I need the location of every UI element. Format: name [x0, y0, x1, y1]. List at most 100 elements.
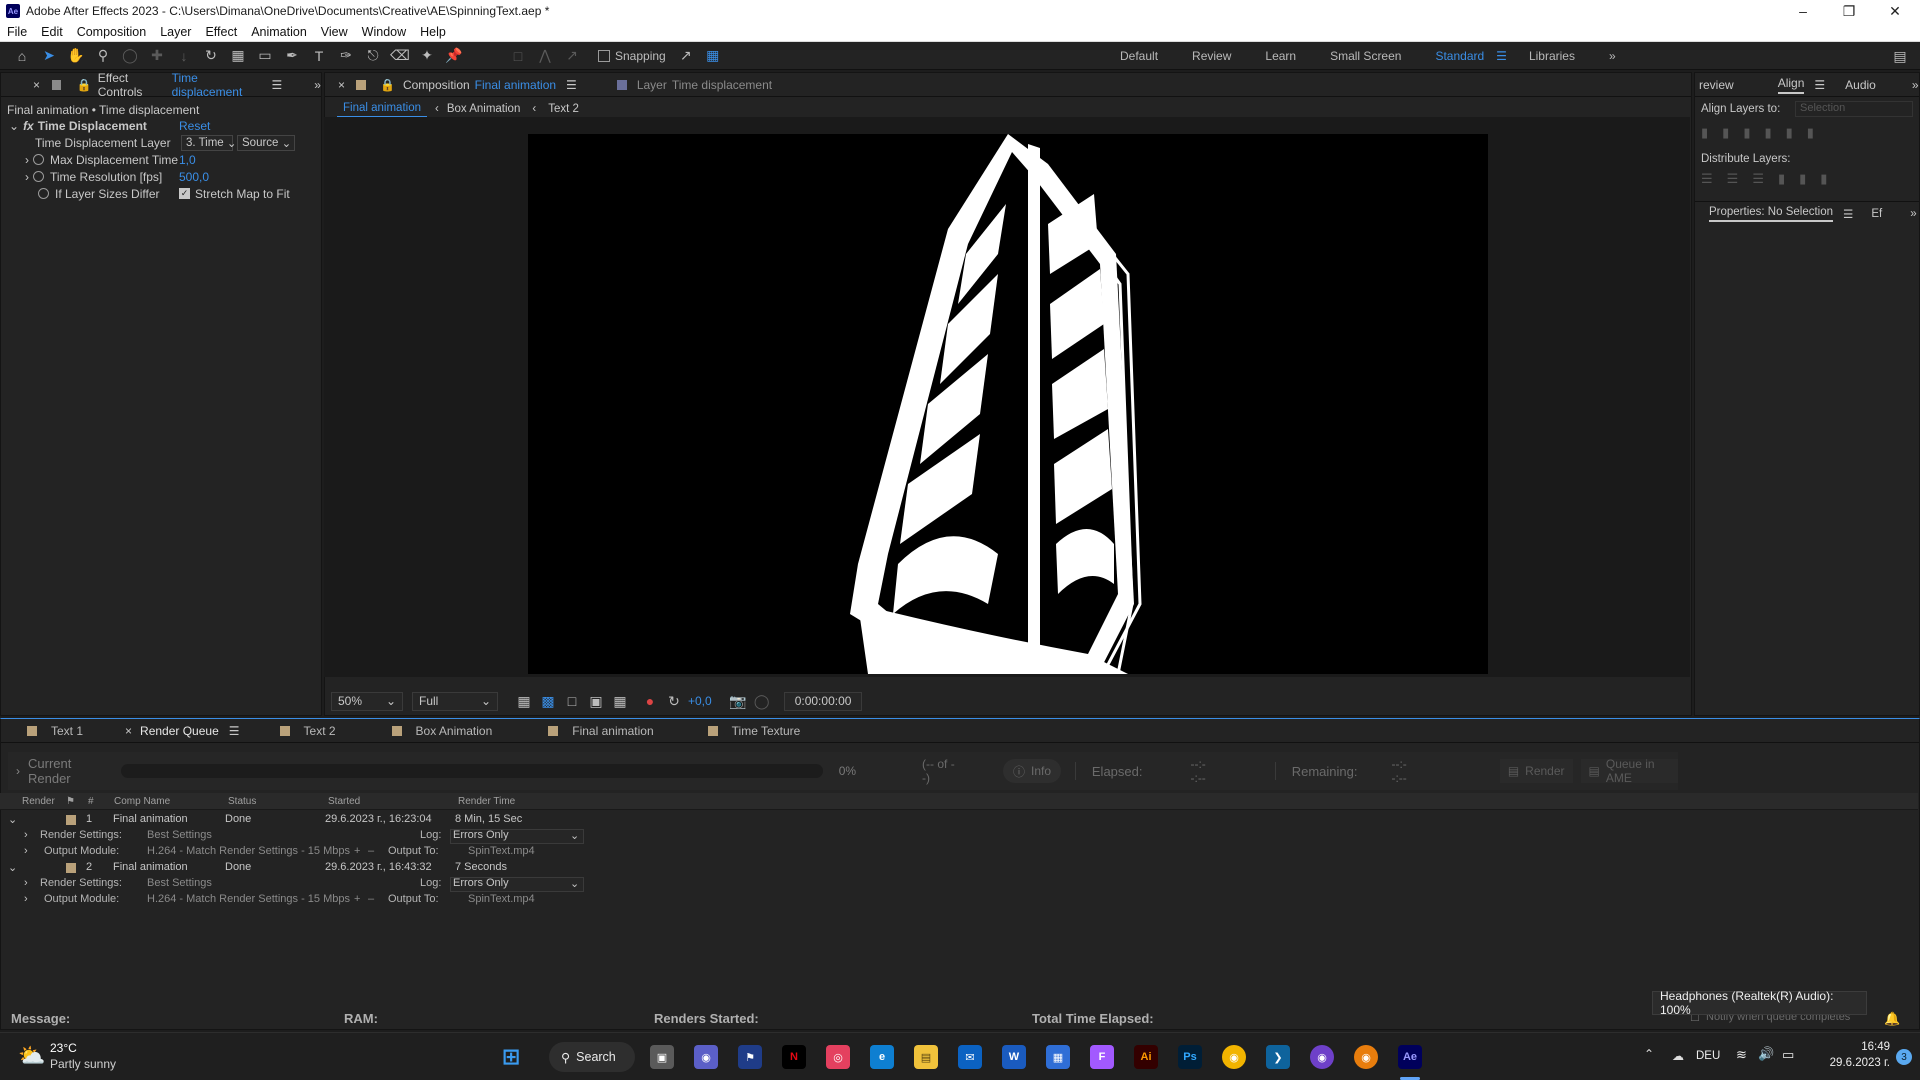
rotation-tool-icon[interactable]: ↻: [199, 45, 223, 67]
panel-menu-icon[interactable]: ☰: [1843, 207, 1853, 221]
weather-temp[interactable]: 23°C: [50, 1041, 77, 1055]
align-hcenter-icon[interactable]: ▮: [1722, 125, 1729, 141]
col-status[interactable]: Status: [228, 796, 256, 807]
render-settings-value[interactable]: Best Settings: [147, 877, 212, 889]
selection-tool-icon[interactable]: ➤: [37, 45, 61, 67]
tab-preview[interactable]: review: [1699, 78, 1734, 92]
pan-behind-tool-icon[interactable]: ▦: [226, 45, 250, 67]
menu-window[interactable]: Window: [355, 25, 413, 39]
snap-grid-icon[interactable]: ▦: [701, 45, 725, 67]
remove-output-icon[interactable]: –: [368, 845, 374, 857]
collapse-icon[interactable]: ⌄: [8, 813, 17, 826]
workspace-menu-icon[interactable]: ☰: [1496, 49, 1507, 63]
expand-icon[interactable]: ›: [24, 893, 28, 905]
effect-controls-tab-label[interactable]: Effect Controls: [98, 71, 167, 99]
stopwatch-icon[interactable]: [38, 188, 49, 199]
illustrator-icon[interactable]: Ai: [1134, 1045, 1158, 1069]
expand-panel-icon[interactable]: »: [314, 78, 321, 92]
panel-menu-icon[interactable]: ☰: [566, 78, 577, 92]
output-module-value[interactable]: H.264 - Match Render Settings - 15 Mbps: [147, 845, 350, 857]
flag-app-icon[interactable]: ⚑: [738, 1045, 762, 1069]
col-render-time[interactable]: Render Time: [458, 796, 515, 807]
expand-icon[interactable]: ›: [16, 764, 20, 778]
render-item-comp[interactable]: Final animation: [113, 861, 188, 873]
menu-effect[interactable]: Effect: [198, 25, 244, 39]
zoom-tool-icon[interactable]: ⚲: [91, 45, 115, 67]
distribute-hcenter-icon[interactable]: ▮: [1799, 171, 1806, 187]
chrome-icon[interactable]: ◉: [1222, 1045, 1246, 1069]
pen-tool-icon[interactable]: ✒: [280, 45, 304, 67]
distribute-bottom-icon[interactable]: ☰: [1752, 171, 1764, 187]
expand-icon[interactable]: ›: [25, 153, 29, 167]
dolly-camera-icon[interactable]: ↓: [172, 45, 196, 67]
add-output-icon[interactable]: +: [354, 845, 360, 857]
output-module-value[interactable]: H.264 - Match Render Settings - 15 Mbps: [147, 893, 350, 905]
align-left-icon[interactable]: ▮: [1701, 125, 1708, 141]
breadcrumb-text-2[interactable]: Text 2: [548, 103, 579, 115]
clock-date[interactable]: 29.6.2023 г.: [1808, 1057, 1890, 1069]
resolution-select[interactable]: Full ⌄: [412, 691, 498, 711]
word-icon[interactable]: W: [1002, 1045, 1026, 1069]
distribute-vcenter-icon[interactable]: ☰: [1727, 171, 1739, 187]
source-select[interactable]: Source ⌄: [237, 134, 295, 151]
roto-brush-tool-icon[interactable]: ✦: [415, 45, 439, 67]
expand-icon[interactable]: ›: [25, 170, 29, 184]
axis-local-icon[interactable]: □: [506, 45, 530, 67]
render-settings-value[interactable]: Best Settings: [147, 829, 212, 841]
taskbar-search[interactable]: ⚲ Search: [549, 1042, 635, 1072]
battery-icon[interactable]: ▭: [1782, 1047, 1794, 1063]
output-to-value[interactable]: SpinText.mp4: [468, 845, 535, 857]
composition-canvas[interactable]: [528, 134, 1488, 674]
snapshot-icon[interactable]: 📷: [726, 690, 750, 712]
color-channels-icon[interactable]: ●: [638, 690, 662, 712]
label-swatch[interactable]: [66, 863, 76, 873]
align-right-icon[interactable]: ▮: [1743, 125, 1750, 141]
transparency-grid-icon[interactable]: ▩: [536, 690, 560, 712]
mask-visibility-icon[interactable]: □: [560, 690, 584, 712]
home-icon[interactable]: ⌂: [10, 45, 34, 67]
output-to-value[interactable]: SpinText.mp4: [468, 893, 535, 905]
workspace-standard[interactable]: Standard: [1435, 49, 1484, 63]
type-tool-icon[interactable]: T: [307, 45, 331, 67]
tab-time-texture[interactable]: Time Texture: [732, 724, 801, 738]
collapse-icon[interactable]: ⌄: [8, 861, 17, 874]
guides-icon[interactable]: ▦: [608, 690, 632, 712]
clock-time[interactable]: 16:49: [1824, 1041, 1890, 1053]
menu-composition[interactable]: Composition: [70, 25, 153, 39]
render-item-row[interactable]: ⌄ 1 Final animation Done 29.6.2023 г., 1…: [0, 812, 1918, 828]
render-item-comp[interactable]: Final animation: [113, 813, 188, 825]
wifi-icon[interactable]: ≋: [1736, 1047, 1747, 1063]
remove-output-icon[interactable]: –: [368, 893, 374, 905]
stopwatch-icon[interactable]: [33, 154, 44, 165]
workspace-libraries[interactable]: Libraries: [1529, 49, 1575, 63]
snap-edges-icon[interactable]: ↗: [674, 45, 698, 67]
layer-tab-label[interactable]: Layer: [637, 78, 667, 92]
workspace-learn[interactable]: Learn: [1265, 49, 1296, 63]
close-tab-icon[interactable]: ×: [125, 724, 132, 738]
menu-view[interactable]: View: [314, 25, 355, 39]
clone-stamp-tool-icon[interactable]: ⎋: [361, 45, 385, 67]
tab-effects[interactable]: Ef: [1871, 208, 1882, 220]
composition-tab-name[interactable]: Final animation: [475, 78, 556, 92]
col-started[interactable]: Started: [328, 796, 360, 807]
panel-lock-icon[interactable]: [52, 79, 61, 90]
pan-camera-icon[interactable]: ✚: [145, 45, 169, 67]
task-view-icon[interactable]: ▣: [650, 1045, 674, 1069]
keyboard-language[interactable]: DEU: [1696, 1050, 1720, 1062]
tab-render-queue[interactable]: Render Queue: [140, 724, 219, 738]
col-number[interactable]: #: [88, 796, 94, 807]
breadcrumb-final-animation[interactable]: Final animation: [337, 100, 427, 118]
eraser-tool-icon[interactable]: ⌫: [388, 45, 412, 67]
label-swatch[interactable]: [66, 815, 76, 825]
close-button[interactable]: ✕: [1872, 0, 1918, 22]
rectangle-tool-icon[interactable]: ▭: [253, 45, 277, 67]
fx-icon[interactable]: fx: [23, 119, 34, 133]
render-item-row[interactable]: ⌄ 2 Final animation Done 29.6.2023 г., 1…: [0, 860, 1918, 876]
tab-audio[interactable]: Audio: [1845, 78, 1876, 92]
info-button[interactable]: ⓘ Info: [1003, 759, 1062, 783]
current-time-display[interactable]: 0:00:00:00: [783, 691, 863, 711]
start-icon[interactable]: ⊞: [499, 1044, 523, 1069]
lock-icon[interactable]: 🔒: [380, 78, 395, 92]
store-icon[interactable]: ▦: [1046, 1045, 1070, 1069]
layer-tab-name[interactable]: Time displacement: [672, 78, 772, 92]
